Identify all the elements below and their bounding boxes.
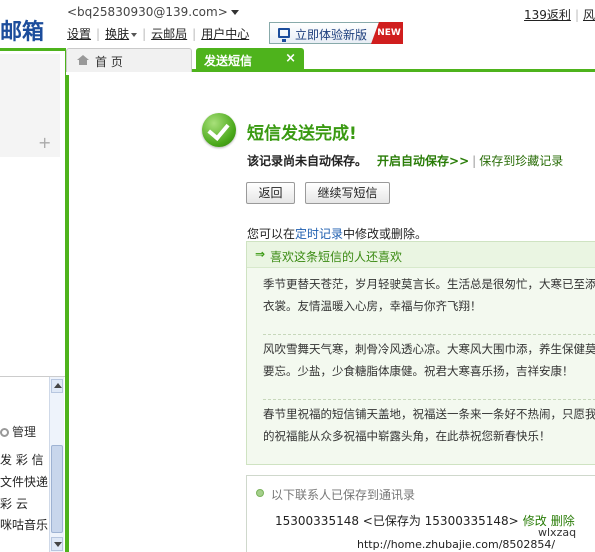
modify-suffix: 中修改或删除。 — [343, 227, 428, 241]
tab-bar: 首 页 发送短信 × — [66, 48, 595, 72]
link-rebate[interactable]: 139返利 — [524, 8, 571, 22]
manage-link[interactable]: 管理 — [0, 423, 36, 440]
success-check-icon — [202, 113, 236, 147]
account-email-text: <bq25830930@139.com> — [67, 5, 228, 19]
autosave-notice: 该记录尚未自动保存。 开启自动保存>> | 保存到珍藏记录 — [247, 152, 563, 169]
sidebar-item-migu-music[interactable]: 咪咕音乐 — [0, 516, 48, 533]
top-links-divider: | — [574, 8, 579, 22]
top-links: 139返利 | 风 — [524, 6, 595, 23]
menu-divider: | — [142, 27, 147, 41]
notice-divider: | — [472, 154, 477, 168]
menu-cloud-post[interactable]: 云邮局 — [151, 27, 187, 41]
divider — [263, 399, 595, 400]
contact-row: 15300335148 <已保存为 15300335148> 修改 删除 — [275, 512, 575, 529]
recommend-header: ⇒ 喜欢这条短信的人还喜欢 — [247, 242, 595, 268]
tab-home[interactable]: 首 页 — [66, 48, 192, 72]
save-to-favorites-link[interactable]: 保存到珍藏记录 — [479, 154, 563, 168]
sidebar-top-border — [0, 48, 65, 51]
scroll-down-icon[interactable] — [51, 537, 63, 551]
modify-notice: 您可以在定时记录中修改或删除。 — [247, 225, 427, 242]
sidebar-item-mms[interactable]: 发 彩 信 — [0, 451, 44, 468]
menu-settings[interactable]: 设置 — [67, 27, 91, 41]
new-badge: NEW — [371, 22, 403, 44]
sidebar-app-list: 管理 发 彩 信 文件快递 彩 云 咪咕音乐 — [0, 376, 65, 552]
recommend-message[interactable]: 风吹雪舞天气寒，刺骨冷风透心凉。大寒风大围巾添，养生保健莫要忘。少盐，少食糖脂体… — [263, 338, 595, 382]
contact-entry: 15300335148 <已保存为 15300335148> — [275, 514, 519, 528]
arrow-right-icon: ⇒ — [255, 247, 266, 261]
left-sidebar: + 管理 发 彩 信 文件快递 彩 云 咪咕音乐 — [0, 48, 66, 552]
not-saved-text: 该记录尚未自动保存。 — [247, 154, 368, 168]
wrench-icon — [0, 428, 9, 437]
modify-prefix: 您可以在 — [247, 227, 296, 241]
menu-user-center[interactable]: 用户中心 — [201, 27, 249, 41]
recommend-message[interactable]: 春节里祝福的短信铺天盖地，祝福送一条来一条好不热闹，只愿我的祝福能从众多祝福中崭… — [263, 403, 595, 447]
logo: 邮箱 — [0, 19, 45, 44]
account-email[interactable]: <bq25830930@139.com> — [67, 5, 239, 19]
top-header: 邮箱 <bq25830930@139.com> 设置 | 换肤 | 云邮局 | 用户中心 立… — [0, 0, 595, 48]
chevron-down-icon[interactable] — [131, 32, 138, 37]
continue-writing-button[interactable]: 继续写短信 — [305, 182, 390, 204]
scheduled-records-link[interactable]: 定时记录 — [295, 227, 343, 241]
recommend-message[interactable]: 季节更替天苍茫，岁月轻驶莫言长。生活总是很匆忙，大寒已至添衣裳。友情温暖入心房，… — [263, 273, 595, 317]
app-window: 邮箱 <bq25830930@139.com> 设置 | 换肤 | 云邮局 | 用户中心 立… — [0, 0, 595, 552]
plus-icon[interactable]: + — [38, 133, 51, 152]
recommend-panel: ⇒ 喜欢这条短信的人还喜欢 季节更替天苍茫，岁月轻驶莫言长。生活总是很匆忙，大寒… — [246, 241, 595, 465]
home-icon — [77, 55, 89, 65]
sidebar-item-file-express[interactable]: 文件快递 — [0, 473, 48, 490]
scroll-thumb[interactable] — [51, 445, 63, 533]
close-icon[interactable]: × — [285, 51, 296, 66]
tab-send-sms-label: 发送短信 — [204, 54, 253, 68]
menu-divider: | — [192, 27, 197, 41]
back-button[interactable]: 返回 — [246, 182, 295, 204]
top-menu: 设置 | 换肤 | 云邮局 | 用户中心 — [67, 25, 249, 42]
send-complete-title: 短信发送完成! — [247, 124, 357, 144]
menu-divider: | — [96, 27, 101, 41]
try-new-version-button[interactable]: 立即体验新版 NEW — [269, 22, 403, 44]
watermark-url: http://home.zhubajie.com/8502854/ — [357, 538, 556, 551]
tab-send-sms[interactable]: 发送短信 × — [196, 48, 304, 72]
recommend-title: 喜欢这条短信的人还喜欢 — [270, 250, 403, 264]
bullet-icon — [256, 489, 264, 497]
sidebar-scrollbar[interactable] — [49, 377, 64, 552]
scroll-up-icon[interactable] — [51, 379, 63, 393]
sidebar-item-caiyun[interactable]: 彩 云 — [0, 495, 28, 512]
try-new-version-label: 立即体验新版 — [295, 28, 368, 42]
chevron-down-icon[interactable] — [230, 10, 239, 15]
enable-autosave-link[interactable]: 开启自动保存>> — [377, 154, 469, 168]
menu-skin[interactable]: 换肤 — [105, 27, 129, 41]
monitor-icon — [278, 28, 290, 42]
tab-home-label: 首 页 — [95, 55, 123, 69]
saved-contacts-title: 以下联系人已保存到通讯录 — [271, 488, 416, 502]
divider — [263, 334, 595, 335]
manage-label: 管理 — [12, 425, 37, 439]
link-style[interactable]: 风 — [583, 8, 595, 22]
